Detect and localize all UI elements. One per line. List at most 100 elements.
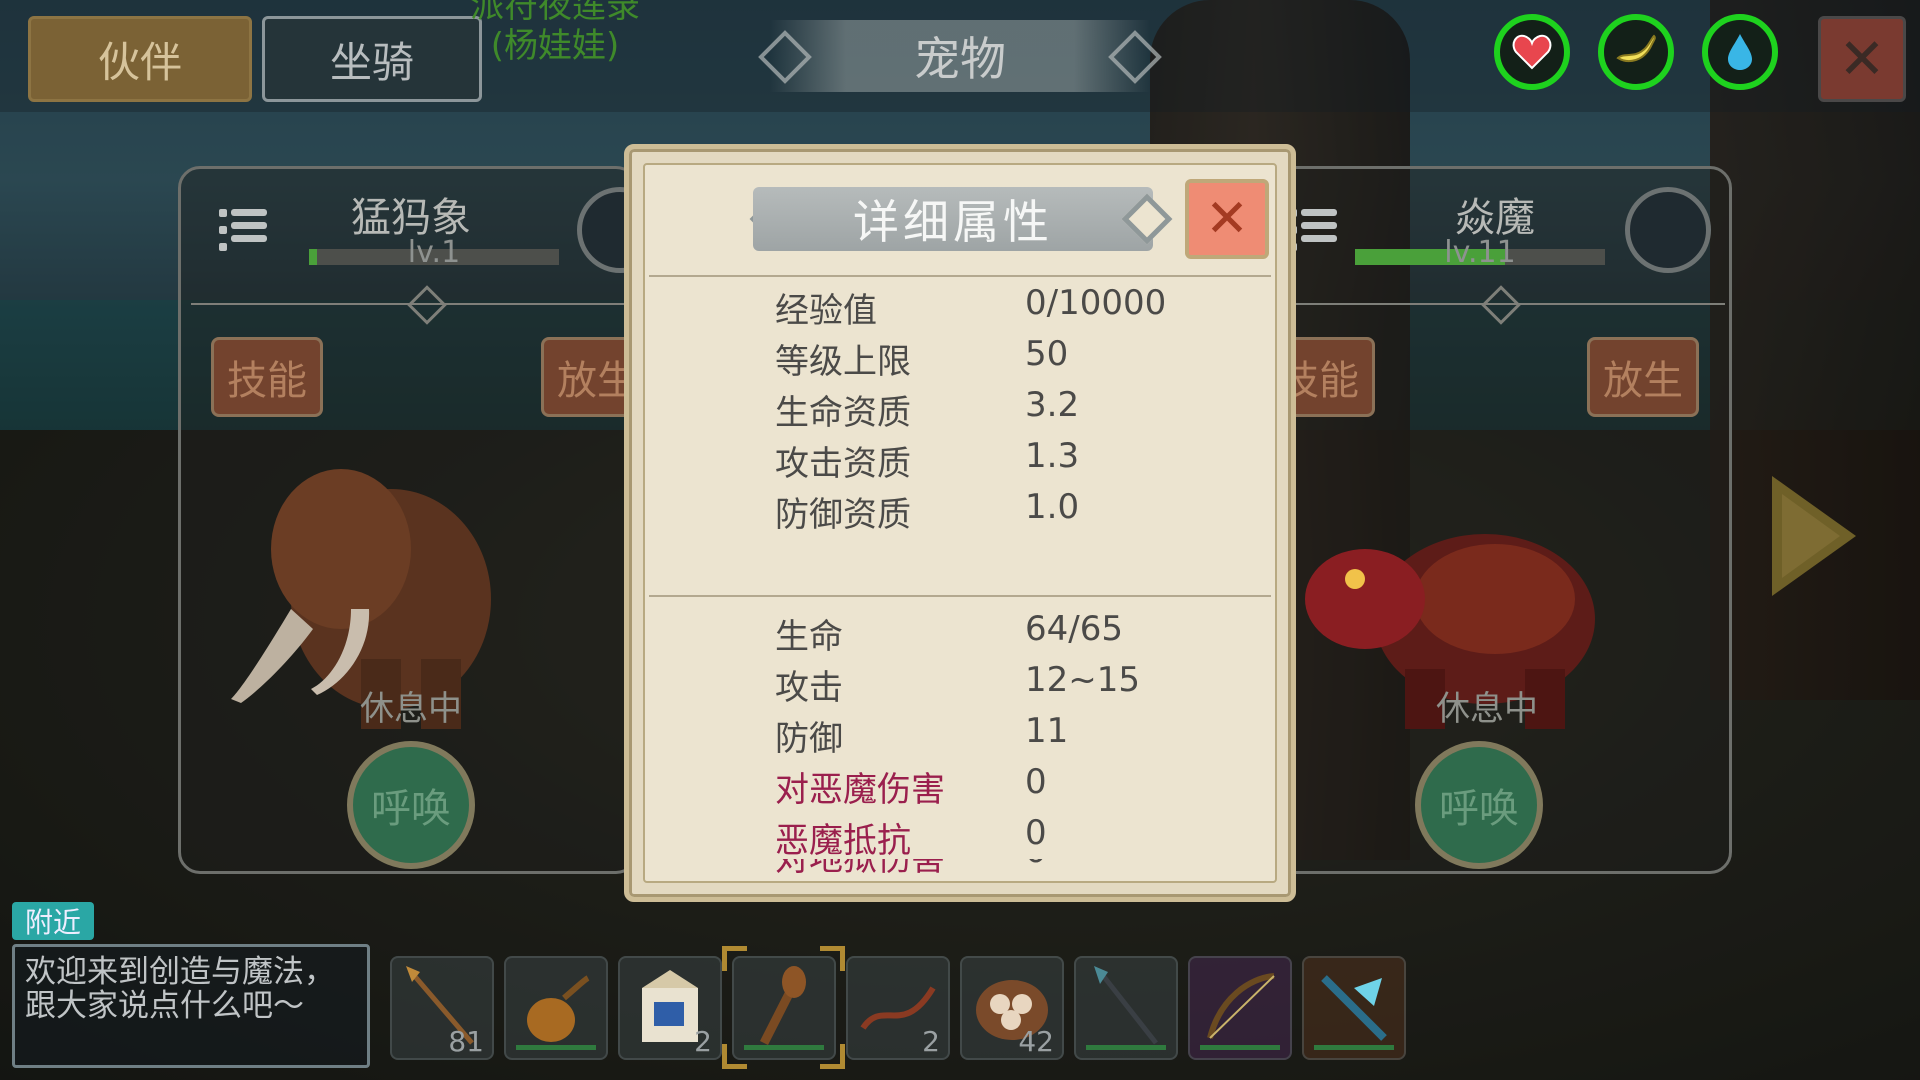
item-count: 81 (448, 1025, 484, 1058)
stat-row: 生命资质 3.2 (775, 385, 1235, 433)
stat-value: 0/10000 (1025, 283, 1167, 323)
durability-bar (1314, 1045, 1394, 1050)
stat-row: 对地狱伤害 0 (775, 859, 1235, 873)
stat-row: 恶魔抵抗 0 (775, 813, 1235, 861)
hotbar-slot[interactable] (1074, 956, 1178, 1060)
hotbar-slot[interactable]: 42 (960, 956, 1064, 1060)
stat-label: 防御资质 (775, 495, 911, 535)
selection-bracket (722, 946, 747, 971)
hotbar: 81 2 2 42 (390, 946, 1420, 1069)
heart-icon (1512, 34, 1552, 70)
chat-channel-tag[interactable]: 附近 (12, 902, 94, 940)
menu-list-icon[interactable] (1289, 205, 1337, 251)
stat-value: 0 (1025, 859, 1047, 871)
stat-row: 等级上限 50 (775, 334, 1235, 382)
summon-button[interactable]: 呼唤 (1415, 741, 1543, 869)
stat-value: 1.0 (1025, 487, 1080, 527)
hotbar-slot[interactable] (1302, 956, 1406, 1060)
stat-label: 攻击资质 (775, 444, 911, 484)
stat-row: 防御 11 (775, 711, 1235, 759)
stat-value: 3.2 (1025, 385, 1080, 425)
menu-list-icon[interactable] (219, 205, 267, 251)
ornament-icon (1481, 285, 1521, 325)
durability-bar (1200, 1045, 1280, 1050)
pet-state: 休息中 (1436, 689, 1538, 729)
gourd-icon (527, 975, 590, 1042)
stat-row: 防御资质 1.0 (775, 487, 1235, 535)
scroll-clip[interactable]: 对地狱伤害 0 (775, 859, 1235, 873)
dialog-title: 详细属性 (853, 195, 1053, 249)
durability-bar (516, 1045, 596, 1050)
stat-label: 生命 (775, 617, 843, 657)
selection-bracket (820, 1044, 845, 1069)
stat-label: 经验值 (775, 291, 877, 331)
player-name-line1: 派符夜莲录 (470, 0, 640, 26)
close-icon: ✕ (1838, 26, 1886, 92)
stat-value: 0 (1025, 813, 1047, 853)
stat-value: 12~15 (1025, 660, 1141, 700)
bow-icon (1207, 973, 1275, 1039)
ice-crossbow-icon (1321, 975, 1387, 1041)
hotbar-slot[interactable] (1188, 956, 1292, 1060)
stat-label: 对恶魔伤害 (775, 770, 945, 810)
hunger-status (1598, 14, 1674, 90)
hotbar-slot[interactable]: 2 (618, 956, 722, 1060)
water-drop-icon (1728, 34, 1752, 70)
next-page-arrow-inner (1782, 494, 1840, 578)
club-icon (759, 966, 806, 1046)
pet-status-ring[interactable] (1625, 187, 1711, 273)
summon-button[interactable]: 呼唤 (347, 741, 475, 869)
banana-icon (1616, 34, 1656, 62)
pet-state: 休息中 (360, 689, 462, 729)
selection-bracket (722, 1044, 747, 1069)
stat-value: 1.3 (1025, 436, 1080, 476)
divider (649, 275, 1271, 277)
close-icon: ✕ (1205, 189, 1249, 249)
item-count: 2 (922, 1025, 940, 1058)
stat-value: 64/65 (1025, 609, 1123, 649)
item-count: 2 (694, 1025, 712, 1058)
stat-label: 攻击 (775, 668, 843, 708)
tab-partner[interactable]: 伙伴 (28, 16, 252, 102)
dialog-close-button[interactable]: ✕ (1185, 179, 1269, 259)
stat-label: 恶魔抵抗 (775, 821, 911, 861)
stat-value: 0 (1025, 762, 1047, 802)
pet-level: lv.11 (1444, 235, 1516, 270)
pet-card-left: 猛犸象 lv.1 技能 放生 休息中 呼唤 (178, 166, 663, 874)
divider (649, 595, 1271, 597)
stat-row: 攻击 12~15 (775, 660, 1235, 708)
thirst-status (1702, 14, 1778, 90)
trident-icon (1094, 966, 1158, 1045)
dialog-title-banner: 详细属性 (753, 187, 1153, 251)
tab-pet-label: 宠物 (914, 32, 1006, 86)
skill-button[interactable]: 技能 (211, 337, 323, 417)
stat-label: 等级上限 (775, 342, 911, 382)
ornament-icon (1108, 30, 1162, 84)
tab-pet[interactable]: 宠物 (758, 20, 1162, 92)
stat-label: 对地狱伤害 (775, 859, 945, 873)
stat-row: 攻击资质 1.3 (775, 436, 1235, 484)
close-button[interactable]: ✕ (1818, 16, 1906, 102)
release-button[interactable]: 放生 (1587, 337, 1699, 417)
stat-value: 50 (1025, 334, 1069, 374)
durability-bar (1086, 1045, 1166, 1050)
stat-row: 对恶魔伤害 0 (775, 762, 1235, 810)
stat-label: 生命资质 (775, 393, 911, 433)
hotbar-slot[interactable]: 81 (390, 956, 494, 1060)
pet-level: lv.1 (407, 235, 461, 270)
top-bar: 伙伴 坐骑 派符夜莲录 (杨娃娃) 宠物 ✕ (0, 0, 1920, 112)
hotbar-slot[interactable]: 2 (846, 956, 950, 1060)
chat-input[interactable]: 欢迎来到创造与魔法，跟大家说点什么吧～ (12, 944, 370, 1068)
hotbar-slot[interactable] (504, 956, 608, 1060)
ornament-icon (758, 30, 812, 84)
pet-card-right: 焱魔 lv.11 技能 放生 休息中 呼唤 (1262, 166, 1732, 874)
stat-row: 生命 64/65 (775, 609, 1235, 657)
health-status (1494, 14, 1570, 90)
player-name-line2: (杨娃娃) (490, 26, 620, 66)
selection-bracket (820, 946, 845, 971)
item-count: 42 (1018, 1025, 1054, 1058)
stat-row: 经验值 0/10000 (775, 283, 1235, 331)
detail-attributes-dialog: 详细属性 ✕ 经验值 0/10000 等级上限 50 生命资质 3.2 攻击资质… (624, 144, 1296, 902)
stat-label: 防御 (775, 719, 843, 759)
tab-mount[interactable]: 坐骑 (262, 16, 482, 102)
